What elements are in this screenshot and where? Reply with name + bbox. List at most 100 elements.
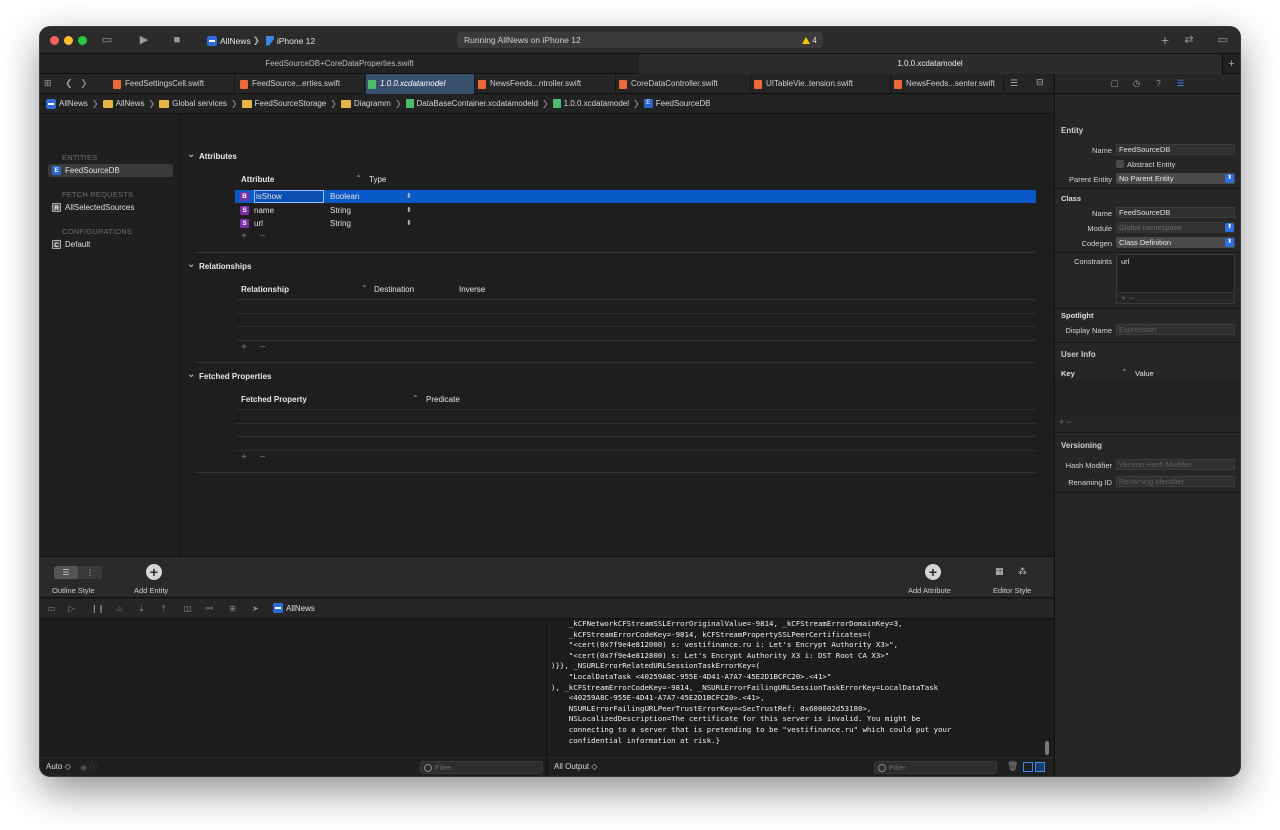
stop-icon[interactable]: ■ — [170, 33, 184, 47]
history-inspector-icon[interactable]: ◷ — [1131, 78, 1142, 89]
simulate-location-icon[interactable]: ➤ — [250, 603, 261, 614]
user-info-table[interactable] — [1055, 380, 1240, 416]
flat-style-icon[interactable]: ☰ — [54, 566, 78, 579]
value-column-header[interactable]: Value — [1135, 369, 1154, 378]
attribute-column-header[interactable]: Attribute — [241, 175, 274, 184]
add-remove-fetched-property-buttons[interactable]: + − — [241, 452, 270, 463]
breadcrumb-group[interactable]: AllNews — [102, 99, 145, 108]
parent-entity-popup[interactable]: No Parent Entity ⬍ — [1116, 173, 1235, 184]
console-filter-input[interactable]: Filter — [874, 761, 997, 774]
key-column-header[interactable]: Key — [1061, 369, 1075, 378]
add-remove-attribute-buttons[interactable]: + − — [241, 231, 270, 242]
variables-scope-select[interactable]: Auto ◇ — [46, 762, 71, 771]
file-tab[interactable]: FeedSettingsCell.swift — [111, 74, 235, 94]
relationships-section-toggle[interactable]: Relationships — [187, 259, 252, 271]
constraint-item[interactable]: url — [1121, 257, 1129, 266]
attribute-row[interactable]: B isShow Boolean ⬍ — [235, 190, 1036, 203]
fetched-properties-section-toggle[interactable]: Fetched Properties — [187, 369, 272, 381]
outline-style-segmented-control[interactable]: ☰ ⋮ — [54, 566, 102, 579]
destination-column-header[interactable]: Destination — [374, 285, 414, 294]
outline-entity-item[interactable]: E FeedSourceDB — [48, 164, 173, 177]
attributes-section-toggle[interactable]: Attributes — [187, 149, 237, 161]
entity-name-field[interactable]: FeedSourceDB — [1116, 144, 1235, 155]
file-inspector-icon[interactable]: ▢ — [1109, 78, 1120, 89]
attribute-row[interactable]: S url String ⬍ — [235, 217, 1036, 230]
attribute-name-field[interactable]: name — [254, 204, 324, 217]
pause-icon[interactable]: ❙❙ — [91, 603, 104, 614]
constraints-list[interactable]: url + − — [1116, 254, 1235, 304]
add-entity-button[interactable]: + — [146, 564, 162, 580]
breakpoints-toggle-icon[interactable]: ▷ — [66, 603, 77, 614]
debug-process-selector[interactable]: AllNews — [273, 603, 315, 613]
attribute-name-field[interactable]: url — [254, 217, 324, 230]
related-items-icon[interactable]: ⊞ — [44, 78, 56, 90]
codegen-popup[interactable]: Class Definition ⬍ — [1116, 237, 1235, 248]
code-review-icon[interactable]: ⇄ — [1182, 33, 1196, 47]
zoom-window-button[interactable] — [78, 36, 87, 45]
variables-filter-input[interactable]: Filter — [420, 761, 543, 774]
breadcrumb-model[interactable]: 1.0.0.xcdatamodel — [552, 99, 629, 108]
breadcrumb-group[interactable]: Diagramm — [340, 99, 391, 108]
module-popup[interactable]: Global namespace ⬍ — [1116, 222, 1235, 233]
show-variables-icon[interactable] — [1023, 762, 1033, 772]
quick-help-icon[interactable]: ? — [1153, 78, 1164, 89]
fetched-property-column-header[interactable]: Fetched Property — [241, 395, 307, 404]
show-console-icon[interactable] — [1035, 762, 1045, 772]
run-icon[interactable]: ▶ — [137, 33, 151, 47]
step-over-icon[interactable]: ⌂ — [114, 603, 125, 614]
minimize-window-button[interactable] — [64, 36, 73, 45]
breadcrumb-entity[interactable]: E FeedSourceDB — [643, 99, 710, 108]
data-model-inspector-icon[interactable]: ☰ — [1175, 78, 1186, 89]
predicate-column-header[interactable]: Predicate — [426, 395, 460, 404]
abstract-entity-checkbox[interactable] — [1116, 160, 1124, 168]
breadcrumb-model-bundle[interactable]: DataBaseContainer.xcdatamodeld — [405, 99, 538, 108]
navigator-toggle-icon[interactable]: ▭ — [100, 33, 114, 47]
file-tab[interactable]: CoreDataController.swift — [617, 74, 751, 94]
breadcrumb-group[interactable]: FeedSourceStorage — [241, 99, 326, 108]
outline-fetch-request-item[interactable]: R AllSelectedSources — [48, 201, 173, 214]
display-name-field[interactable]: Expression — [1116, 324, 1235, 335]
add-remove-relationship-buttons[interactable]: + − — [241, 342, 270, 353]
hierarchical-style-icon[interactable]: ⋮ — [78, 566, 102, 579]
attribute-name-field[interactable]: isShow — [254, 190, 324, 203]
add-attribute-button[interactable]: + — [925, 564, 941, 580]
inverse-column-header[interactable]: Inverse — [459, 285, 485, 294]
doc-tab-properties[interactable]: FeedSourceDB+CoreDataProperties.swift — [40, 54, 639, 74]
close-window-button[interactable] — [50, 36, 59, 45]
forward-icon[interactable]: ❯ — [80, 78, 88, 89]
attribute-type-popup[interactable]: String — [330, 217, 351, 230]
attribute-type-popup[interactable]: Boolean — [330, 190, 359, 203]
new-tab-icon[interactable]: + — [1222, 54, 1240, 74]
file-tab[interactable]: UITableVie..tension.swift — [752, 74, 891, 94]
library-plus-icon[interactable]: + — [1158, 33, 1172, 47]
back-icon[interactable]: ❮ — [65, 78, 73, 89]
scheme-selector[interactable]: AllNews ❯ iPhone 12 — [207, 34, 315, 47]
memory-graph-icon[interactable]: ⚯ — [204, 603, 215, 614]
view-debugger-icon[interactable]: ◫ — [182, 603, 193, 614]
add-remove-user-info-buttons[interactable]: + − — [1059, 417, 1072, 427]
attribute-type-popup[interactable]: String — [330, 204, 351, 217]
add-editor-icon[interactable]: ⊟ — [1036, 77, 1044, 88]
eye-icon[interactable]: ◉ ⓘ — [80, 762, 97, 773]
relationship-column-header[interactable]: Relationship — [241, 285, 289, 294]
environment-overrides-icon[interactable]: ⊞ — [227, 603, 238, 614]
add-remove-constraint-buttons[interactable]: + − — [1117, 292, 1234, 303]
warning-indicator[interactable]: 4 — [802, 32, 817, 48]
renaming-id-field[interactable]: Renaming Identifier — [1116, 476, 1235, 487]
step-out-icon[interactable]: ⤒ — [158, 603, 169, 614]
file-tab[interactable]: NewsFeeds...senter.swift — [892, 74, 1004, 94]
breadcrumb-group[interactable]: Global services — [159, 99, 227, 108]
hash-modifier-field[interactable]: Version Hash Modifier — [1116, 459, 1235, 470]
table-style-icon[interactable]: ▦ — [995, 566, 1004, 577]
hide-debug-area-icon[interactable]: ▭ — [46, 603, 57, 614]
console-scrollbar[interactable] — [1045, 741, 1049, 755]
console-output-select[interactable]: All Output ◇ — [554, 762, 598, 771]
breadcrumb-project[interactable]: AllNews — [46, 98, 88, 109]
doc-tab-model[interactable]: 1.0.0.xcdatamodel — [639, 54, 1221, 74]
outline-configuration-item[interactable]: C Default — [48, 238, 173, 251]
class-name-field[interactable]: FeedSourceDB — [1116, 207, 1235, 218]
file-tab[interactable]: NewsFeeds...ntroller.swift — [476, 74, 616, 94]
attribute-row[interactable]: S name String ⬍ — [235, 204, 1036, 217]
file-tab[interactable]: FeedSource...erties.swift — [238, 74, 365, 94]
trash-icon[interactable]: 🗑 — [1007, 761, 1018, 772]
